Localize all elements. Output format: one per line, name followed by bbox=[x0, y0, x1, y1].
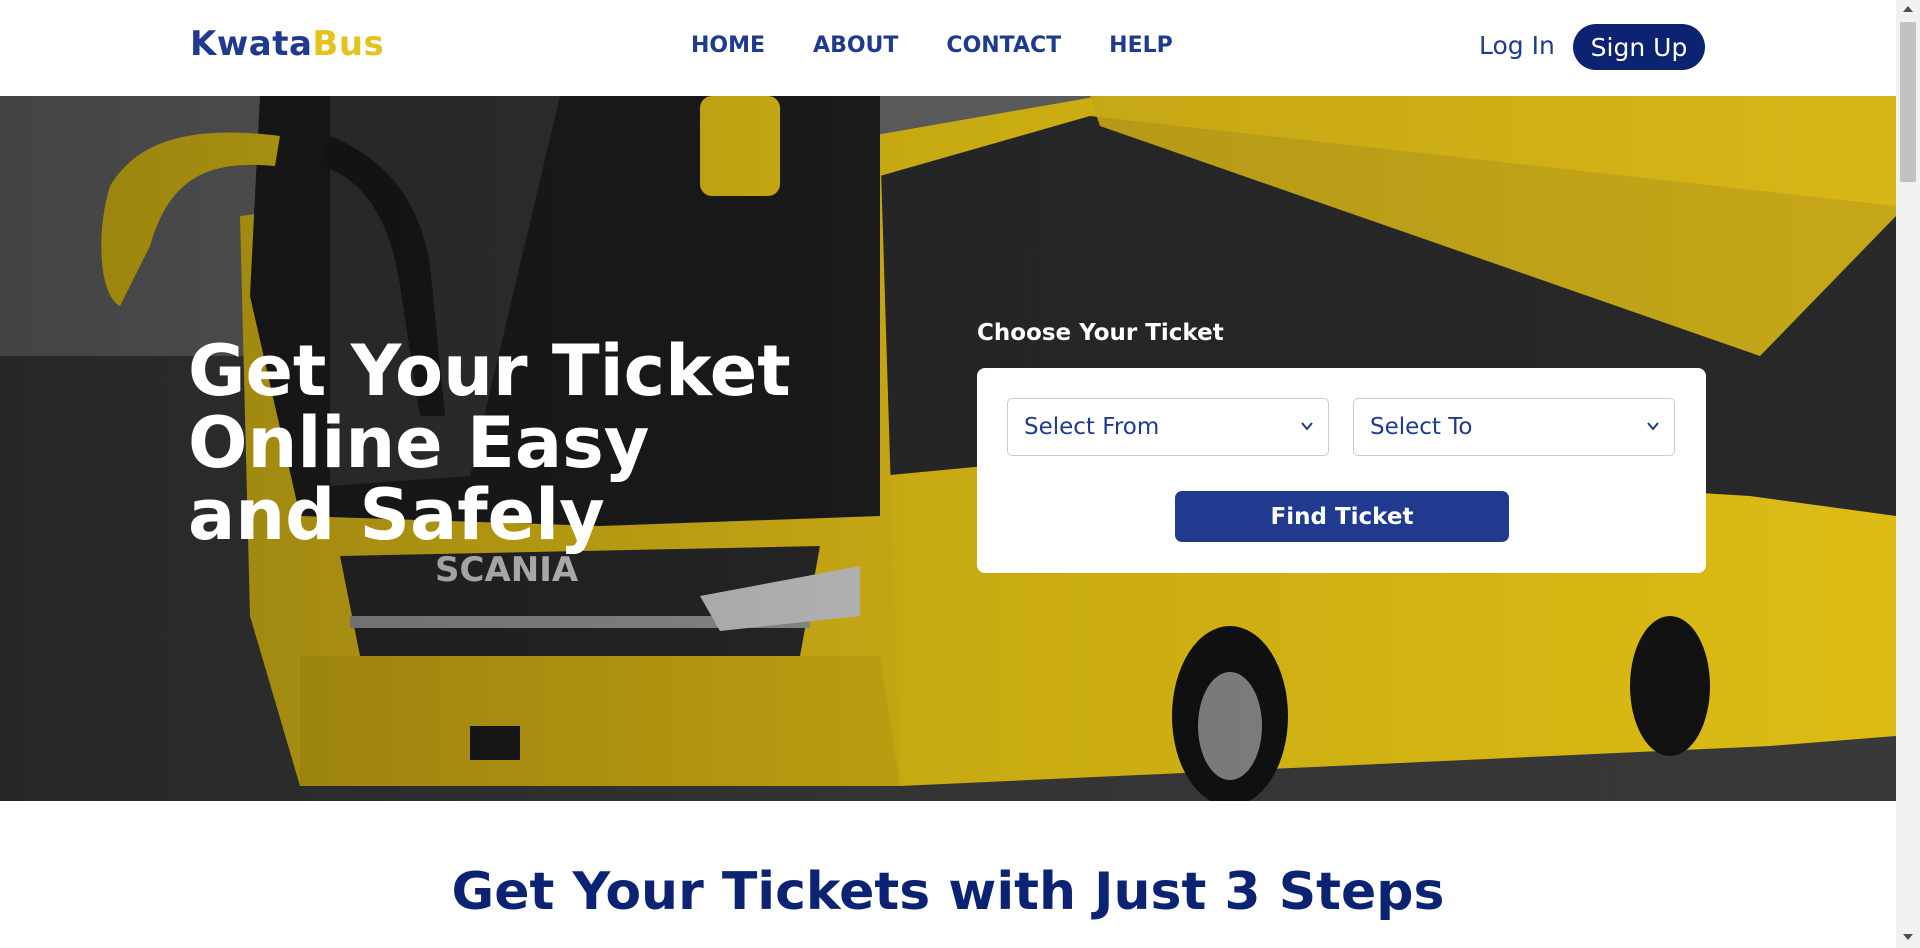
ticket-search-card: Select From Select To Find Ticket bbox=[977, 368, 1706, 573]
scroll-down-arrow-icon[interactable] bbox=[1903, 934, 1913, 940]
signup-button[interactable]: Sign Up bbox=[1573, 24, 1705, 70]
scroll-up-arrow-icon[interactable] bbox=[1903, 6, 1913, 12]
ticket-form-label: Choose Your Ticket bbox=[977, 320, 1224, 346]
nav-link-contact[interactable]: CONTACT bbox=[946, 33, 1061, 58]
select-from-value: Select From bbox=[1024, 414, 1160, 440]
logo-text-accent: Bus bbox=[312, 24, 385, 64]
select-to-dropdown[interactable]: Select To bbox=[1353, 398, 1675, 456]
nav-link-about[interactable]: ABOUT bbox=[813, 33, 898, 58]
nav-link-home[interactable]: HOME bbox=[691, 33, 765, 58]
site-logo[interactable]: KwataBus bbox=[190, 24, 384, 64]
scrollbar-thumb[interactable] bbox=[1900, 22, 1916, 182]
steps-section-title: Get Your Tickets with Just 3 Steps bbox=[451, 862, 1445, 922]
select-to-value: Select To bbox=[1370, 414, 1473, 440]
page-scrollbar[interactable] bbox=[1896, 0, 1920, 948]
navbar: KwataBus HOME ABOUT CONTACT HELP Log In … bbox=[0, 0, 1896, 96]
select-from-dropdown[interactable]: Select From bbox=[1007, 398, 1329, 456]
chevron-down-icon bbox=[1647, 422, 1659, 431]
logo-text-primary: Kwata bbox=[190, 24, 313, 64]
chevron-down-icon bbox=[1301, 422, 1313, 431]
hero-section: SCANIA Get Your Ticket Online Easy and S… bbox=[0, 96, 1896, 801]
nav-link-help[interactable]: HELP bbox=[1109, 33, 1173, 58]
login-link[interactable]: Log In bbox=[1479, 31, 1555, 60]
main-nav: HOME ABOUT CONTACT HELP bbox=[691, 33, 1173, 58]
find-ticket-button[interactable]: Find Ticket bbox=[1175, 491, 1509, 542]
hero-title: Get Your Ticket Online Easy and Safely bbox=[188, 330, 791, 556]
